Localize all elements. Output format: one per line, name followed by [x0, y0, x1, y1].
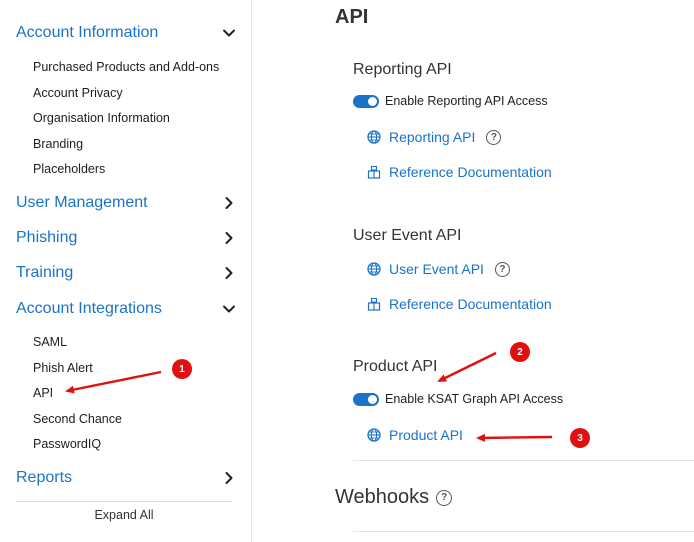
docs-box-icon: [367, 297, 381, 311]
ksat-graph-api-toggle[interactable]: [353, 392, 379, 406]
annotation-badge-2: 2: [510, 342, 530, 362]
sidebar-section-account-integrations[interactable]: Account Integrations: [16, 296, 236, 322]
product-api-link-row: Product API: [367, 426, 463, 444]
product-api-title: Product API: [353, 358, 438, 375]
sidebar-section-training[interactable]: Training: [16, 260, 236, 286]
user-event-docs-link[interactable]: Reference Documentation: [389, 296, 552, 312]
sidebar-item-saml[interactable]: SAML: [33, 335, 67, 349]
reporting-api-toggle-row: Enable Reporting API Access: [353, 92, 548, 110]
annotation-badge-1: 1: [172, 359, 192, 379]
globe-icon: [367, 428, 381, 442]
chevron-right-icon: [222, 471, 236, 485]
reporting-api-toggle-label: Enable Reporting API Access: [385, 94, 548, 108]
ksat-graph-api-toggle-label: Enable KSAT Graph API Access: [385, 392, 564, 406]
sidebar-section-label: Account Information: [16, 24, 159, 41]
sidebar-section-reports[interactable]: Reports: [16, 465, 236, 491]
globe-icon: [367, 130, 381, 144]
chevron-right-icon: [222, 196, 236, 210]
reporting-api-link-row: Reporting API ?: [367, 128, 502, 146]
globe-icon: [367, 262, 381, 276]
sidebar-section-phishing[interactable]: Phishing: [16, 225, 236, 251]
sidebar-section-account-information[interactable]: Account Information: [16, 20, 236, 46]
sidebar-section-label: Training: [16, 264, 74, 281]
sidebar-item-account-privacy[interactable]: Account Privacy: [33, 86, 123, 100]
sidebar-section-label: User Management: [16, 194, 148, 211]
section-divider: [353, 531, 694, 532]
product-api-link[interactable]: Product API: [389, 427, 463, 443]
sidebar-item-purchased-products[interactable]: Purchased Products and Add-ons: [33, 60, 219, 74]
main-content: API Reporting API Enable Reporting API A…: [253, 0, 694, 542]
sidebar-divider: [16, 501, 232, 502]
help-circle-icon[interactable]: ?: [486, 129, 502, 145]
user-event-docs-link-row: Reference Documentation: [367, 295, 552, 313]
product-api-toggle-row: Enable KSAT Graph API Access: [353, 390, 563, 408]
chevron-right-icon: [222, 231, 236, 245]
sidebar-item-branding[interactable]: Branding: [33, 137, 83, 151]
webhooks-title: Webhooks: [335, 486, 430, 508]
reporting-api-toggle[interactable]: [353, 94, 379, 108]
chevron-right-icon: [222, 266, 236, 280]
sidebar-item-organisation-information[interactable]: Organisation Information: [33, 111, 170, 125]
docs-box-icon: [367, 165, 381, 179]
reporting-api-title: Reporting API: [353, 61, 452, 78]
annotation-badge-3: 3: [570, 428, 590, 448]
chevron-down-icon: [222, 26, 236, 40]
user-event-api-link[interactable]: User Event API: [389, 261, 484, 277]
sidebar-section-label: Phishing: [16, 229, 78, 246]
reporting-docs-link[interactable]: Reference Documentation: [389, 164, 552, 180]
sidebar-item-phish-alert[interactable]: Phish Alert: [33, 361, 93, 375]
sidebar-item-placeholders[interactable]: Placeholders: [33, 162, 105, 176]
expand-all-button[interactable]: Expand All: [16, 508, 232, 522]
sidebar-item-api[interactable]: API: [33, 386, 53, 400]
sidebar-item-second-chance[interactable]: Second Chance: [33, 412, 122, 426]
page-title: API: [335, 6, 369, 28]
webhooks-heading: Webhooks ?: [335, 486, 453, 509]
chevron-down-icon: [222, 302, 236, 316]
help-circle-icon[interactable]: ?: [436, 489, 453, 506]
help-circle-icon[interactable]: ?: [494, 261, 510, 277]
sidebar-item-passwordiq[interactable]: PasswordIQ: [33, 437, 101, 451]
sidebar-section-label: Reports: [16, 469, 73, 486]
sidebar-section-label: Account Integrations: [16, 300, 162, 317]
reporting-api-link[interactable]: Reporting API: [389, 129, 475, 145]
reporting-docs-link-row: Reference Documentation: [367, 163, 552, 181]
user-event-api-title: User Event API: [353, 227, 462, 244]
sidebar: Account Information Purchased Products a…: [0, 0, 252, 542]
sidebar-section-user-management[interactable]: User Management: [16, 190, 236, 216]
section-divider: [353, 460, 694, 461]
user-event-api-link-row: User Event API ?: [367, 260, 510, 278]
